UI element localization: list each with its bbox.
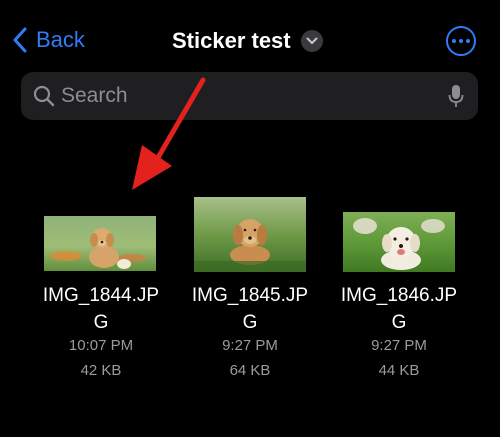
puppy-photo-image [194, 197, 306, 272]
search-bar[interactable] [21, 72, 478, 120]
file-time: 10:07 PM [68, 337, 134, 354]
file-item[interactable]: IMG_1846.JP G 9:27 PM 44 KB [329, 200, 469, 390]
file-size: 42 KB [80, 362, 122, 379]
puppy-photo-image [44, 216, 156, 271]
file-time: 9:27 PM [371, 337, 427, 354]
file-name-line: IMG_1844.JP [42, 285, 160, 306]
search-input[interactable] [61, 72, 451, 120]
file-name: IMG_1844.JP G [31, 282, 171, 336]
microphone-icon[interactable] [448, 84, 464, 108]
file-name-line: G [391, 312, 407, 333]
file-item[interactable]: IMG_1844.JP G 10:07 PM 42 KB [31, 200, 171, 390]
ellipsis-dot-icon [452, 39, 456, 43]
back-button[interactable]: Back [12, 27, 85, 53]
page-title: Sticker test [172, 28, 291, 53]
file-name-line: IMG_1846.JP [340, 285, 458, 306]
more-options-button[interactable] [446, 26, 476, 56]
file-name: IMG_1846.JP G [329, 282, 469, 336]
puppy-photo-image [343, 212, 455, 272]
ellipsis-dot-icon [459, 39, 463, 43]
file-name-line: G [93, 312, 109, 333]
file-item[interactable]: IMG_1845.JP G 9:27 PM 64 KB [180, 197, 320, 390]
file-name-line: IMG_1845.JP [191, 285, 309, 306]
file-size: 64 KB [229, 362, 271, 379]
navigation-bar: Back Sticker test [0, 0, 500, 80]
chevron-down-icon [306, 37, 318, 44]
file-name: IMG_1845.JP G [180, 282, 320, 336]
file-thumbnail [194, 197, 306, 272]
file-thumbnail [44, 216, 156, 271]
file-time: 9:27 PM [222, 337, 278, 354]
file-name-line: G [242, 312, 258, 333]
file-thumbnail [343, 212, 455, 272]
ellipsis-dot-icon [466, 39, 470, 43]
file-size: 44 KB [378, 362, 420, 379]
chevron-left-icon [13, 27, 27, 53]
search-icon [33, 85, 55, 107]
title-dropdown-button[interactable] [300, 30, 323, 52]
back-label: Back [36, 27, 85, 52]
title-menu[interactable]: Sticker test [172, 28, 323, 54]
